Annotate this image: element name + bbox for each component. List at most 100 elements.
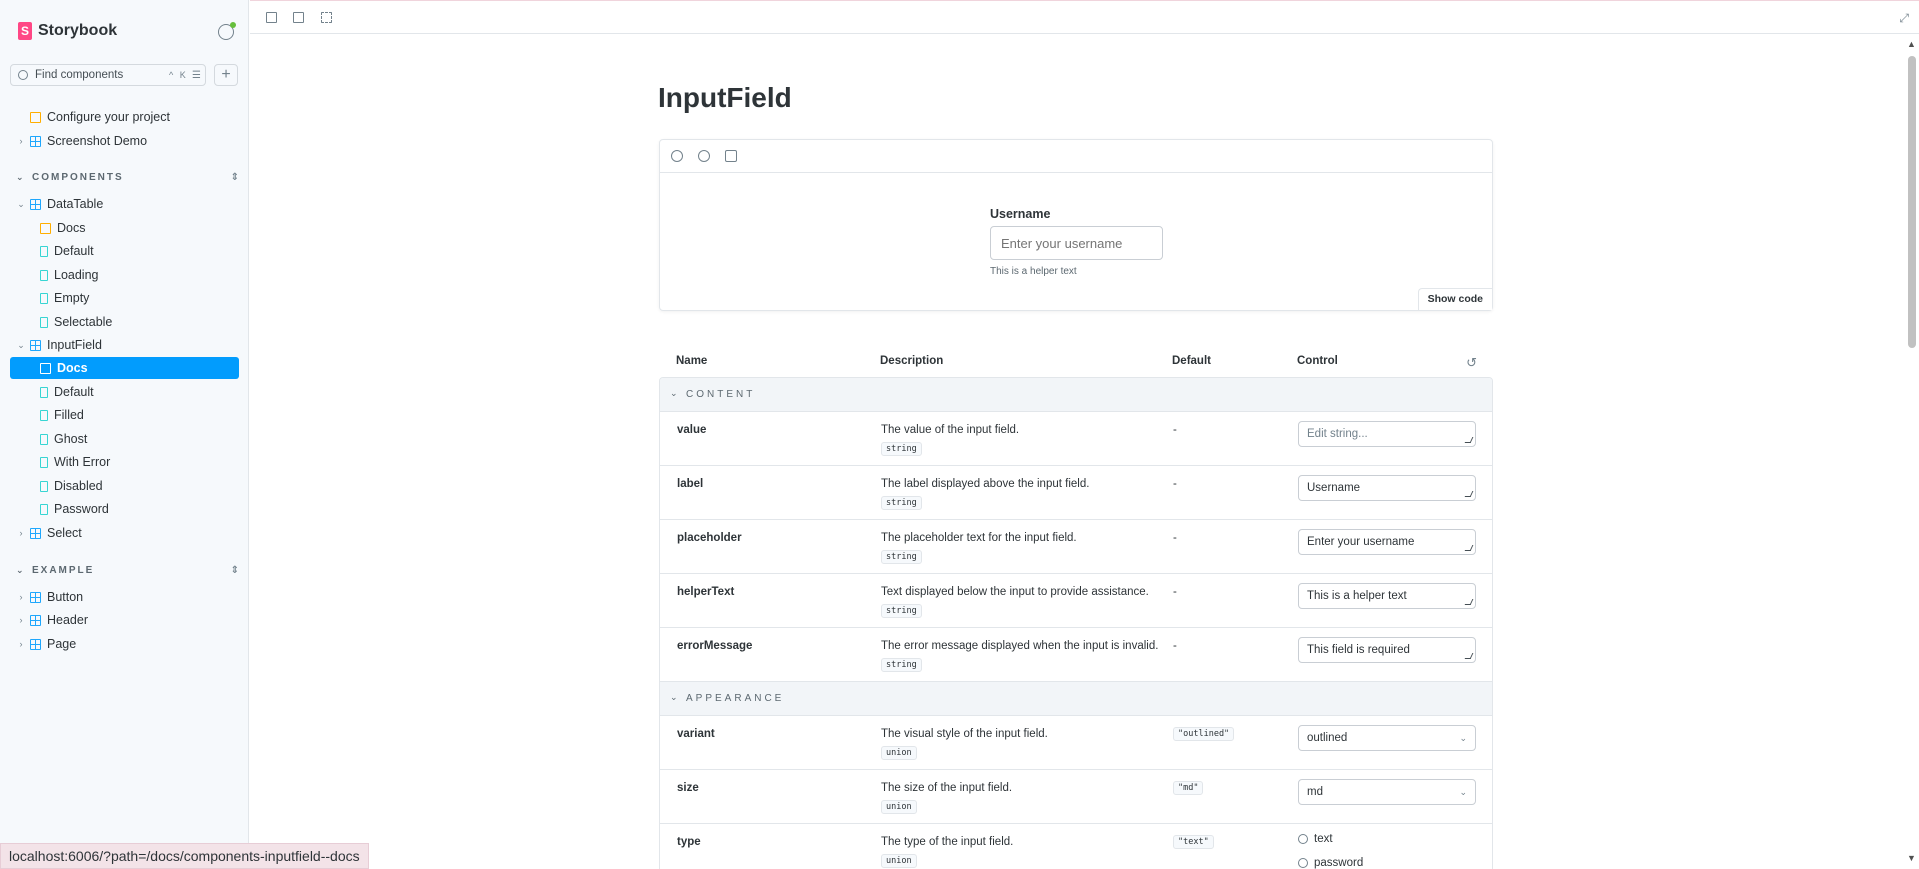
variant-select[interactable]: outlined ⌄: [1298, 725, 1476, 751]
sidebar-item-header[interactable]: › Header: [10, 609, 239, 631]
arg-description: The value of the input field.: [881, 424, 1020, 436]
resize-handle-icon[interactable]: [1464, 545, 1474, 551]
chevron-right-icon: ›: [19, 592, 23, 602]
sidebar-item-inputfield[interactable]: ⌄ InputField: [10, 334, 239, 356]
sidebar-item-datatable[interactable]: ⌄ DataTable: [10, 193, 239, 215]
outline-icon[interactable]: [321, 12, 332, 23]
sidebar-item-inputfield-with-error[interactable]: With Error: [10, 451, 239, 473]
scrollbar-thumb[interactable]: [1908, 56, 1916, 348]
zoom-reset-icon[interactable]: [725, 150, 737, 162]
search-shortcut: ^ K: [169, 70, 188, 80]
scroll-up-arrow[interactable]: ▲: [1907, 39, 1916, 49]
arg-name: variant: [677, 728, 715, 740]
zoom-out-icon[interactable]: [698, 150, 710, 162]
args-table-header: Name Description Default Control ↺: [659, 345, 1493, 377]
bookmark-icon: [40, 503, 48, 515]
sidebar-item-inputfield-ghost[interactable]: Ghost: [10, 428, 239, 450]
zoom-in-icon[interactable]: [671, 150, 683, 162]
control-value: Edit string...: [1307, 428, 1368, 440]
radio-password[interactable]: password: [1298, 857, 1363, 869]
resize-handle-icon[interactable]: [1464, 599, 1474, 605]
arg-name: errorMessage: [677, 640, 753, 652]
radio-circle[interactable]: [1298, 834, 1308, 844]
username-input[interactable]: [990, 226, 1163, 260]
sidebar-item-datatable-docs[interactable]: Docs: [10, 217, 239, 239]
arg-type: string: [881, 604, 922, 618]
arg-description: The error message displayed when the inp…: [881, 640, 1159, 652]
size-select[interactable]: md ⌄: [1298, 779, 1476, 805]
settings-icon[interactable]: [218, 22, 236, 40]
brand-name: Storybook: [38, 22, 118, 39]
show-code-button[interactable]: Show code: [1417, 288, 1492, 310]
sidebar-item-label: Empty: [54, 291, 90, 305]
arg-type: string: [881, 550, 922, 564]
control-value: This is a helper text: [1307, 590, 1407, 602]
arg-description: The visual style of the input field.: [881, 728, 1048, 740]
field-helper-text: This is a helper text: [990, 266, 1077, 277]
bookmark-icon: [40, 409, 48, 421]
search-input[interactable]: Find components ^ K ☰: [10, 64, 206, 86]
group-content[interactable]: ⌄ CONTENT: [660, 378, 1492, 412]
label-control[interactable]: Username: [1298, 475, 1476, 501]
arg-name: helperText: [677, 586, 735, 598]
sidebar-item-datatable-loading[interactable]: Loading: [10, 264, 239, 286]
bookmark-icon: [40, 292, 48, 304]
sidebar-item-configure[interactable]: Configure your project: [10, 106, 239, 128]
plus-icon[interactable]: +: [214, 64, 238, 86]
arg-description: The placeholder text for the input field…: [881, 532, 1077, 544]
group-title: CONTENT: [686, 389, 756, 400]
arg-description: The type of the input field.: [881, 836, 1014, 848]
sidebar-item-label: Docs: [57, 361, 88, 375]
radio-text[interactable]: text: [1298, 833, 1333, 845]
sidebar-item-screenshot-demo[interactable]: › Screenshot Demo: [10, 130, 239, 152]
arg-default: "text": [1173, 835, 1214, 849]
brand[interactable]: S Storybook: [18, 22, 117, 40]
expand-collapse-icon[interactable]: ⇕: [231, 172, 239, 183]
arg-type: string: [881, 658, 922, 672]
sidebar-item-inputfield-default[interactable]: Default: [10, 381, 239, 403]
section-example[interactable]: ⌄ EXAMPLE ⇕: [10, 560, 239, 580]
sidebar-item-button[interactable]: › Button: [10, 586, 239, 608]
helper-text-control[interactable]: This is a helper text: [1298, 583, 1476, 609]
filter-icon[interactable]: ☰: [192, 70, 201, 81]
section-components[interactable]: ⌄ COMPONENTS ⇕: [10, 167, 239, 187]
bookmark-icon: [40, 269, 48, 281]
args-table-body: ⌄ CONTENT value The value of the input f…: [659, 377, 1493, 869]
reset-icon[interactable]: ↺: [1466, 355, 1477, 371]
placeholder-control[interactable]: Enter your username: [1298, 529, 1476, 555]
sidebar-item-label: Password: [54, 502, 109, 516]
arg-name: placeholder: [677, 532, 742, 544]
radio-circle[interactable]: [1298, 858, 1308, 868]
update-badge: [230, 22, 236, 28]
value-control[interactable]: Edit string...: [1298, 421, 1476, 447]
sidebar-item-inputfield-docs[interactable]: Docs: [10, 357, 239, 379]
fullscreen-icon[interactable]: ⤢: [1899, 11, 1909, 26]
expand-collapse-icon[interactable]: ⇕: [231, 565, 239, 576]
arg-default: "md": [1173, 781, 1204, 795]
background-icon[interactable]: [293, 12, 304, 23]
resize-handle-icon[interactable]: [1464, 491, 1474, 497]
sidebar-item-datatable-selectable[interactable]: Selectable: [10, 311, 239, 333]
status-url: localhost:6006/?path=/docs/components-in…: [0, 843, 369, 869]
resize-handle-icon[interactable]: [1464, 653, 1474, 659]
arg-description: Text displayed below the input to provid…: [881, 586, 1149, 598]
chevron-down-icon: ⌄: [1459, 733, 1467, 743]
group-appearance[interactable]: ⌄ APPEARANCE: [660, 682, 1492, 716]
scrollbar[interactable]: ▲ ▼: [1904, 35, 1919, 869]
sidebar-item-label: Screenshot Demo: [47, 134, 148, 148]
sidebar-item-inputfield-filled[interactable]: Filled: [10, 404, 239, 426]
table-row: size The size of the input field. union …: [660, 770, 1492, 824]
sidebar-item-label: Disabled: [54, 479, 103, 493]
scroll-down-arrow[interactable]: ▼: [1907, 853, 1916, 863]
grid-icon[interactable]: [266, 12, 277, 23]
sidebar-item-datatable-empty[interactable]: Empty: [10, 287, 239, 309]
sidebar-item-page[interactable]: › Page: [10, 633, 239, 655]
sidebar-item-select[interactable]: › Select: [10, 522, 239, 544]
arg-name: type: [677, 836, 701, 848]
sidebar-item-datatable-default[interactable]: Default: [10, 240, 239, 262]
error-message-control[interactable]: This field is required: [1298, 637, 1476, 663]
sidebar-item-label: Default: [54, 385, 94, 399]
sidebar-item-inputfield-disabled[interactable]: Disabled: [10, 475, 239, 497]
resize-handle-icon[interactable]: [1464, 437, 1474, 443]
sidebar-item-inputfield-password[interactable]: Password: [10, 498, 239, 520]
